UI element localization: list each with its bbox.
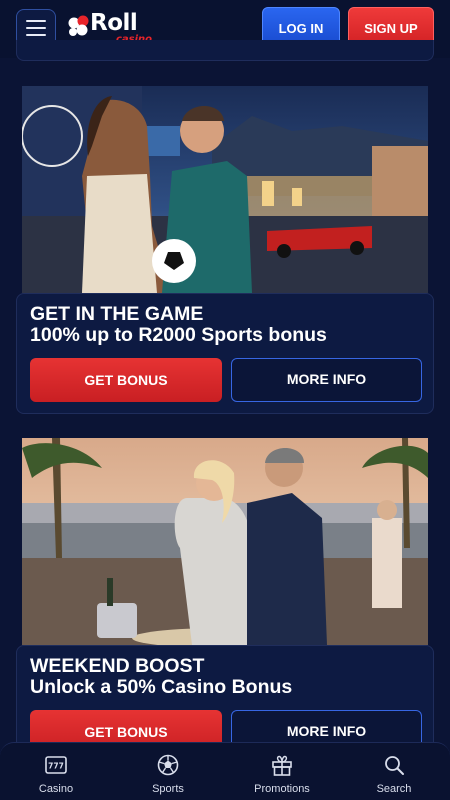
promo-info-sports: GET IN THE GAME 100% up to R2000 Sports … [16,293,434,414]
promo-card-casino: WEEKEND BOOST Unlock a 50% Casino Bonus … [16,438,434,768]
promo-card-sports: GET IN THE GAME 100% up to R2000 Sports … [16,86,434,414]
menu-line [26,20,46,22]
promo-image-sports[interactable] [22,86,428,293]
menu-line [26,27,46,29]
nav-item-search[interactable]: Search [338,743,450,800]
promo-title: WEEKEND BOOST [30,655,205,677]
clover-logo-icon [68,15,89,36]
promo-title: GET IN THE GAME [30,303,204,325]
search-icon [385,756,404,775]
bottom-navigation: 777 Casino Sports Promotions Search [0,742,450,800]
nav-label: Search [376,783,412,795]
casino-promo-image [22,438,428,645]
menu-line [26,34,46,36]
nav-item-casino[interactable]: 777 Casino [0,743,112,800]
soccer-ball-icon [157,754,179,776]
logo-text: Roll [90,10,138,36]
gift-icon [272,755,292,776]
nav-item-sports[interactable]: Sports [112,743,224,800]
previous-promo-card-edge [16,40,434,61]
nav-label: Casino [38,783,74,795]
svg-text:777: 777 [48,762,64,771]
sports-promo-image [22,86,428,293]
promo-subtitle: 100% up to R2000 Sports bonus [30,324,327,346]
nav-item-promotions[interactable]: Promotions [226,743,338,800]
nav-label: Promotions [254,783,310,795]
slot-machine-icon: 777 [45,756,67,774]
promo-subtitle: Unlock a 50% Casino Bonus [30,676,293,698]
promo-image-casino[interactable] [22,438,428,645]
get-bonus-button[interactable]: GET BONUS [30,358,222,402]
more-info-button[interactable]: MORE INFO [231,358,422,402]
nav-label: Sports [152,783,184,795]
